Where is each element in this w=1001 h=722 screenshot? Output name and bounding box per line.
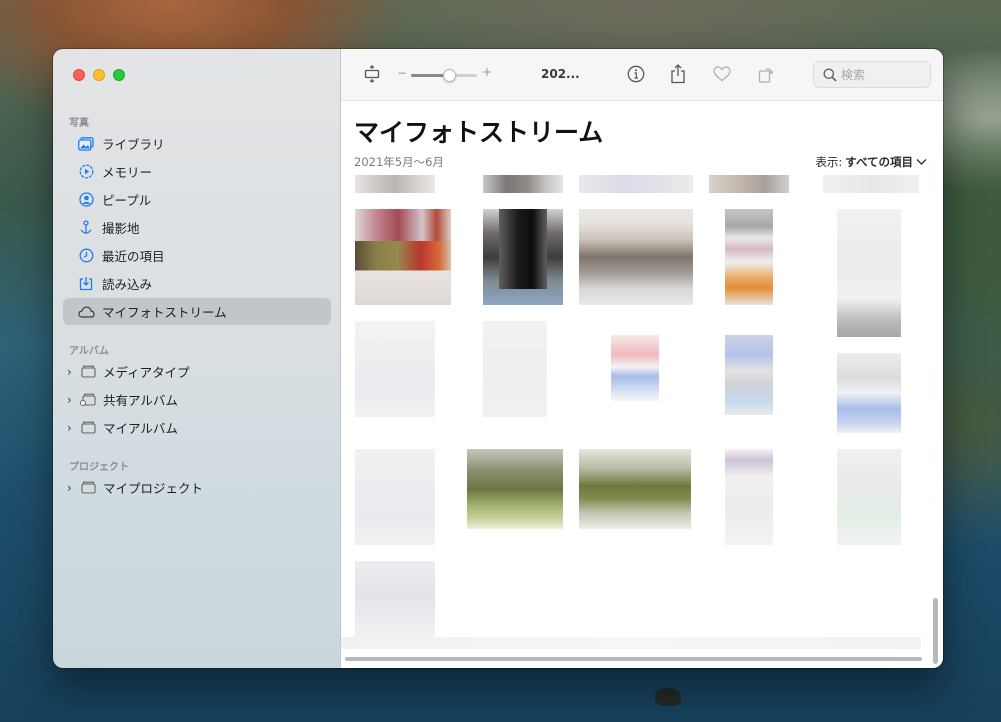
sidebar: 写真 ライブラリ メモリー ピープル 撮影地 最近の項目 読み込み マイフォトス… bbox=[53, 49, 341, 668]
info-icon[interactable] bbox=[625, 63, 647, 85]
sidebar-item-label: 読み込み bbox=[102, 277, 153, 292]
shared-folder-icon bbox=[79, 391, 97, 409]
sidebar-item-label: メモリー bbox=[102, 165, 153, 180]
desktop-wallpaper-detail bbox=[655, 688, 681, 706]
zoom-out-label: − bbox=[397, 66, 408, 80]
photo-thumbnail[interactable] bbox=[823, 175, 919, 193]
places-icon bbox=[77, 219, 95, 237]
fit-size-toggle-icon[interactable] bbox=[361, 63, 383, 85]
favorite-heart-icon[interactable] bbox=[711, 63, 733, 85]
date-range: 2021年5月〜6月 bbox=[354, 155, 444, 169]
photo-thumbnail[interactable] bbox=[611, 335, 659, 401]
sidebar-section-photos: 写真 bbox=[69, 118, 89, 129]
window-controls bbox=[73, 69, 125, 81]
sidebar-item-label: マイフォトストリーム bbox=[102, 305, 227, 320]
sidebar-item-media-types[interactable]: › メディアタイプ bbox=[63, 358, 331, 385]
zoom-slider[interactable] bbox=[411, 69, 477, 82]
folder-icon bbox=[79, 419, 97, 437]
sidebar-item-people[interactable]: ピープル bbox=[63, 186, 331, 213]
chevron-right-icon[interactable]: › bbox=[67, 421, 77, 435]
main-content: − + 202... 検索 マイフォトストリーム 2021年5月〜6月 表示: … bbox=[341, 49, 943, 668]
search-icon bbox=[823, 68, 837, 82]
sidebar-item-label: マイプロジェクト bbox=[103, 481, 204, 496]
sidebar-item-label: 撮影地 bbox=[102, 221, 140, 236]
vertical-scrollbar[interactable] bbox=[933, 598, 938, 664]
photo-thumbnail[interactable] bbox=[355, 321, 435, 417]
photo-thumbnail-detail bbox=[499, 209, 547, 289]
close-button[interactable] bbox=[73, 69, 85, 81]
sidebar-item-recents[interactable]: 最近の項目 bbox=[63, 242, 331, 269]
photo-thumbnail[interactable] bbox=[483, 175, 563, 193]
photo-thumbnail[interactable] bbox=[837, 353, 901, 433]
share-icon[interactable] bbox=[667, 63, 689, 85]
sidebar-item-places[interactable]: 撮影地 bbox=[63, 214, 331, 241]
sidebar-section-albums: アルバム bbox=[69, 346, 109, 357]
sidebar-item-library[interactable]: ライブラリ bbox=[63, 130, 331, 157]
sidebar-item-my-projects[interactable]: › マイプロジェクト bbox=[63, 474, 331, 501]
horizontal-scrollbar[interactable] bbox=[345, 657, 922, 661]
photo-thumbnail[interactable] bbox=[709, 175, 789, 193]
rotate-icon[interactable] bbox=[755, 63, 777, 85]
page-title: マイフォトストリーム bbox=[354, 118, 604, 147]
sidebar-item-my-albums[interactable]: › マイアルバム bbox=[63, 414, 331, 441]
zoom-button[interactable] bbox=[113, 69, 125, 81]
sidebar-item-imports[interactable]: 読み込み bbox=[63, 270, 331, 297]
zoom-in-label: + bbox=[482, 65, 493, 79]
chevron-right-icon[interactable]: › bbox=[67, 365, 77, 379]
sidebar-item-label: ライブラリ bbox=[102, 137, 165, 152]
sidebar-item-label: 最近の項目 bbox=[102, 249, 165, 264]
search-placeholder: 検索 bbox=[841, 68, 866, 82]
sidebar-item-shared-albums[interactable]: › 共有アルバム bbox=[63, 386, 331, 413]
chevron-down-icon bbox=[916, 155, 927, 169]
photo-thumbnail[interactable] bbox=[579, 449, 691, 529]
photos-window: 写真 ライブラリ メモリー ピープル 撮影地 最近の項目 読み込み マイフォトス… bbox=[53, 49, 943, 668]
photo-thumbnail-detail bbox=[355, 209, 451, 241]
view-filter-value: すべての項目 bbox=[845, 155, 913, 169]
photo-thumbnail[interactable] bbox=[355, 449, 435, 545]
view-filter-label: 表示: bbox=[815, 155, 843, 169]
memories-icon bbox=[77, 163, 95, 181]
zoom-slider-knob[interactable] bbox=[443, 69, 456, 82]
recents-icon bbox=[77, 247, 95, 265]
sidebar-item-label: 共有アルバム bbox=[103, 393, 178, 408]
photo-thumbnail[interactable] bbox=[579, 209, 693, 305]
photo-thumbnail[interactable] bbox=[355, 561, 435, 641]
photo-thumbnail[interactable] bbox=[725, 335, 773, 415]
view-filter-dropdown[interactable]: 表示: すべての項目 bbox=[815, 154, 927, 170]
sidebar-item-memories[interactable]: メモリー bbox=[63, 158, 331, 185]
chevron-right-icon[interactable]: › bbox=[67, 481, 77, 495]
photo-thumbnail[interactable] bbox=[725, 209, 773, 305]
folder-icon bbox=[79, 363, 97, 381]
toolbar-title: 202... bbox=[541, 67, 580, 81]
photo-thumbnail[interactable] bbox=[579, 175, 693, 193]
photo-thumbnail[interactable] bbox=[837, 449, 901, 545]
cloud-icon bbox=[77, 303, 95, 321]
sidebar-item-label: マイアルバム bbox=[103, 421, 178, 436]
sidebar-section-projects: プロジェクト bbox=[69, 462, 129, 473]
imports-icon bbox=[77, 275, 95, 293]
sidebar-item-label: ピープル bbox=[102, 193, 152, 208]
photo-row-fade bbox=[341, 637, 921, 649]
photo-grid bbox=[341, 175, 924, 655]
chevron-right-icon[interactable]: › bbox=[67, 393, 77, 407]
photo-thumbnail[interactable] bbox=[725, 449, 773, 545]
photo-thumbnail[interactable] bbox=[467, 449, 563, 529]
photo-thumbnail[interactable] bbox=[483, 321, 547, 417]
photo-thumbnail[interactable] bbox=[355, 175, 435, 193]
folder-icon bbox=[79, 479, 97, 497]
people-icon bbox=[77, 191, 95, 209]
sidebar-item-my-photo-stream[interactable]: マイフォトストリーム bbox=[63, 298, 331, 325]
toolbar: − + 202... 検索 bbox=[341, 49, 943, 101]
photo-thumbnail[interactable] bbox=[837, 209, 901, 337]
photo-library-icon bbox=[77, 135, 95, 153]
minimize-button[interactable] bbox=[93, 69, 105, 81]
sidebar-item-label: メディアタイプ bbox=[103, 365, 190, 380]
search-input[interactable]: 検索 bbox=[813, 61, 931, 88]
